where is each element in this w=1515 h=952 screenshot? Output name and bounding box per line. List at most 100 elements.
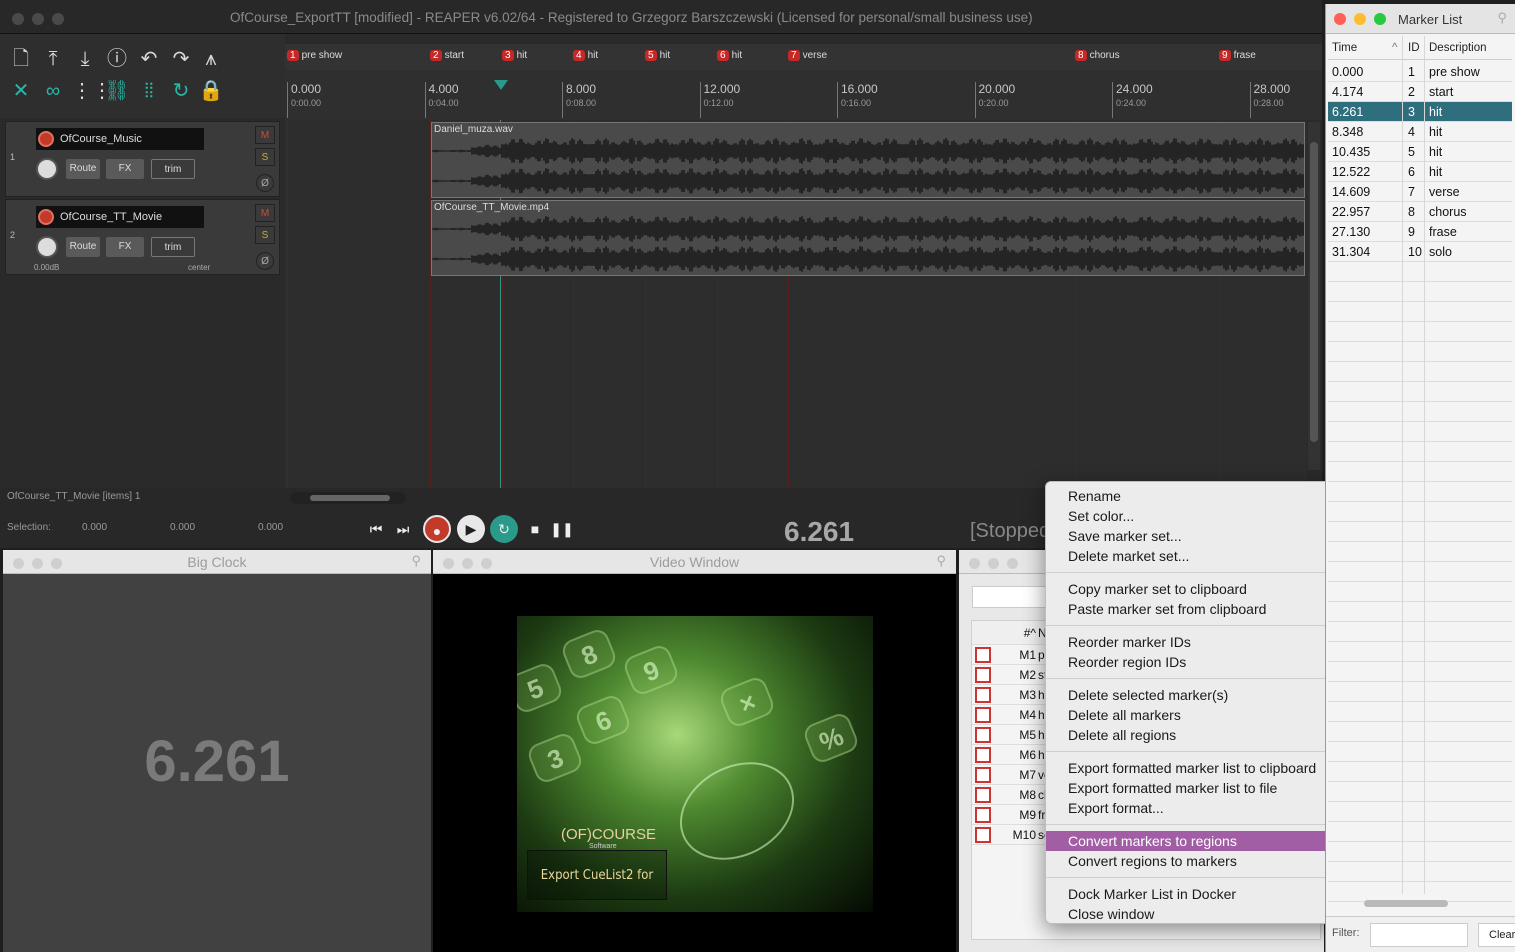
marker-list-row[interactable] [1328,842,1512,862]
track-name[interactable]: OfCourse_TT_Movie [36,206,204,228]
close-button[interactable] [1334,13,1346,25]
pin-icon[interactable]: ⚲ [411,553,421,569]
marker-list-row[interactable] [1328,362,1512,382]
row-checkbox[interactable] [975,747,991,763]
zoom-button[interactable] [1007,558,1018,569]
go-to-end-icon[interactable]: ⏭ [389,515,417,543]
record-button[interactable]: ● [423,515,451,543]
marker-list-row[interactable]: 10.435 5 hit [1328,142,1512,162]
marker-list-row[interactable]: 12.522 6 hit [1328,162,1512,182]
menu-item[interactable]: Rename [1046,486,1363,506]
marker-list-row[interactable]: 6.261 3 hit [1328,102,1512,122]
row-checkbox[interactable] [975,687,991,703]
mute-button[interactable]: M [255,204,275,222]
repeat-button[interactable]: ↻ [490,515,518,543]
marker-list-row[interactable] [1328,282,1512,302]
ruler-marker[interactable]: 6 hit [717,50,742,64]
ruler-marker[interactable]: 5 hit [645,50,670,64]
marker-list-row[interactable]: 8.348 4 hit [1328,122,1512,142]
marker-list-row[interactable] [1328,402,1512,422]
marker-list-row[interactable] [1328,442,1512,462]
ruler-marker[interactable]: 3 hit [502,50,527,64]
menu-item[interactable]: Export formatted marker list to file [1046,778,1363,798]
minimize-button[interactable] [1354,13,1366,25]
marker-list-row[interactable] [1328,802,1512,822]
menu-item[interactable]: Dock Marker List in Docker [1046,884,1363,904]
stop-button[interactable]: ■ [521,515,549,543]
selection-end[interactable]: 0.000 [170,522,195,533]
minimize-button[interactable] [32,13,44,25]
scroll-thumb[interactable] [1310,142,1318,442]
record-arm-icon[interactable] [38,131,54,147]
row-checkbox[interactable] [975,827,991,843]
link-icon[interactable]: ∞ [40,78,66,104]
col-number-header[interactable]: #^ [1002,626,1036,640]
marker-list-row[interactable]: 0.000 1 pre show [1328,62,1512,82]
loop-icon[interactable]: ↻ [168,78,194,104]
marker-list-row[interactable] [1328,302,1512,322]
trim-button[interactable]: trim [151,159,195,179]
row-checkbox[interactable] [975,767,991,783]
marker-list-row[interactable] [1328,262,1512,282]
marker-list-row[interactable] [1328,322,1512,342]
menu-item[interactable]: Export formatted marker list to clipboar… [1046,758,1363,778]
marker-list-row[interactable] [1328,702,1512,722]
new-project-icon[interactable]: 🗋 [8,46,34,72]
selection-start[interactable]: 0.000 [82,522,107,533]
marker-list-row[interactable] [1328,422,1512,442]
marker-list-row[interactable] [1328,502,1512,522]
menu-item[interactable]: Delete all regions [1046,725,1363,745]
row-checkbox[interactable] [975,727,991,743]
go-to-start-icon[interactable]: ⏮ [362,515,390,543]
marker-list-row[interactable] [1328,602,1512,622]
selection-length[interactable]: 0.000 [258,522,283,533]
arrange-vertical-scrollbar[interactable] [1308,122,1320,470]
row-checkbox[interactable] [975,667,991,683]
menu-item[interactable]: Reorder marker IDs [1046,632,1363,652]
marker-list-row[interactable] [1328,682,1512,702]
marker-list-row[interactable] [1328,582,1512,602]
zoom-button[interactable] [52,13,64,25]
ruler-marker[interactable]: 8 chorus [1075,50,1120,64]
marker-list-row[interactable]: 4.174 2 start [1328,82,1512,102]
ruler-marker[interactable]: 7 verse [788,50,827,64]
marker-list-row[interactable] [1328,462,1512,482]
pin-icon[interactable]: ⚲ [1497,10,1507,26]
col-time-header[interactable]: Time [1332,42,1357,54]
metronome-icon[interactable]: ⩚ [198,46,224,72]
save-project-icon[interactable]: ⤓ [72,46,98,72]
track-1[interactable]: 1 OfCourse_Music Route FX trim M S Ø [5,121,280,197]
row-checkbox[interactable] [975,787,991,803]
pin-icon[interactable]: ⚲ [936,553,946,569]
open-project-icon[interactable]: ⤒ [40,46,66,72]
media-item[interactable]: Daniel_muza.wav [431,122,1305,198]
undo-icon[interactable]: ↶ [136,46,162,72]
mute-button[interactable]: M [255,126,275,144]
marker-list-row[interactable] [1328,862,1512,882]
marker-list-row[interactable] [1328,522,1512,542]
fx-button[interactable]: FX [106,237,144,257]
zoom-button[interactable] [1374,13,1386,25]
track-2[interactable]: 2 OfCourse_TT_Movie Route FX trim M S Ø 0.00dB ce… [5,199,280,275]
timeline-ruler[interactable]: 1 pre show 2 start 3 hit 4 hit 5 hit 6 hit 7 verse 8 ch… [285,44,1322,120]
pause-button[interactable]: ❚❚ [548,515,576,543]
record-arm-icon[interactable] [38,209,54,225]
solo-button[interactable]: S [255,148,275,166]
menu-item[interactable]: Delete selected marker(s) [1046,685,1363,705]
marker-list-horizontal-scrollbar[interactable] [1364,900,1448,907]
ruler-marker[interactable]: 2 start [430,50,464,64]
menu-item[interactable]: Convert regions to markers [1046,851,1363,871]
media-item[interactable]: OfCourse_TT_Movie.mp4 [431,200,1305,276]
volume-knob[interactable] [36,236,58,258]
solo-button[interactable]: S [255,226,275,244]
close-button[interactable] [969,558,980,569]
marker-list-row[interactable] [1328,542,1512,562]
minimize-button[interactable] [988,558,999,569]
row-checkbox[interactable] [975,807,991,823]
marker-list-row[interactable] [1328,722,1512,742]
ruler-marker[interactable]: 1 pre show [287,50,342,64]
marker-list-row[interactable] [1328,742,1512,762]
redo-icon[interactable]: ↷ [168,46,194,72]
ripple-edit-icon[interactable]: ✕ [8,78,34,104]
route-button[interactable]: Route [66,237,100,257]
